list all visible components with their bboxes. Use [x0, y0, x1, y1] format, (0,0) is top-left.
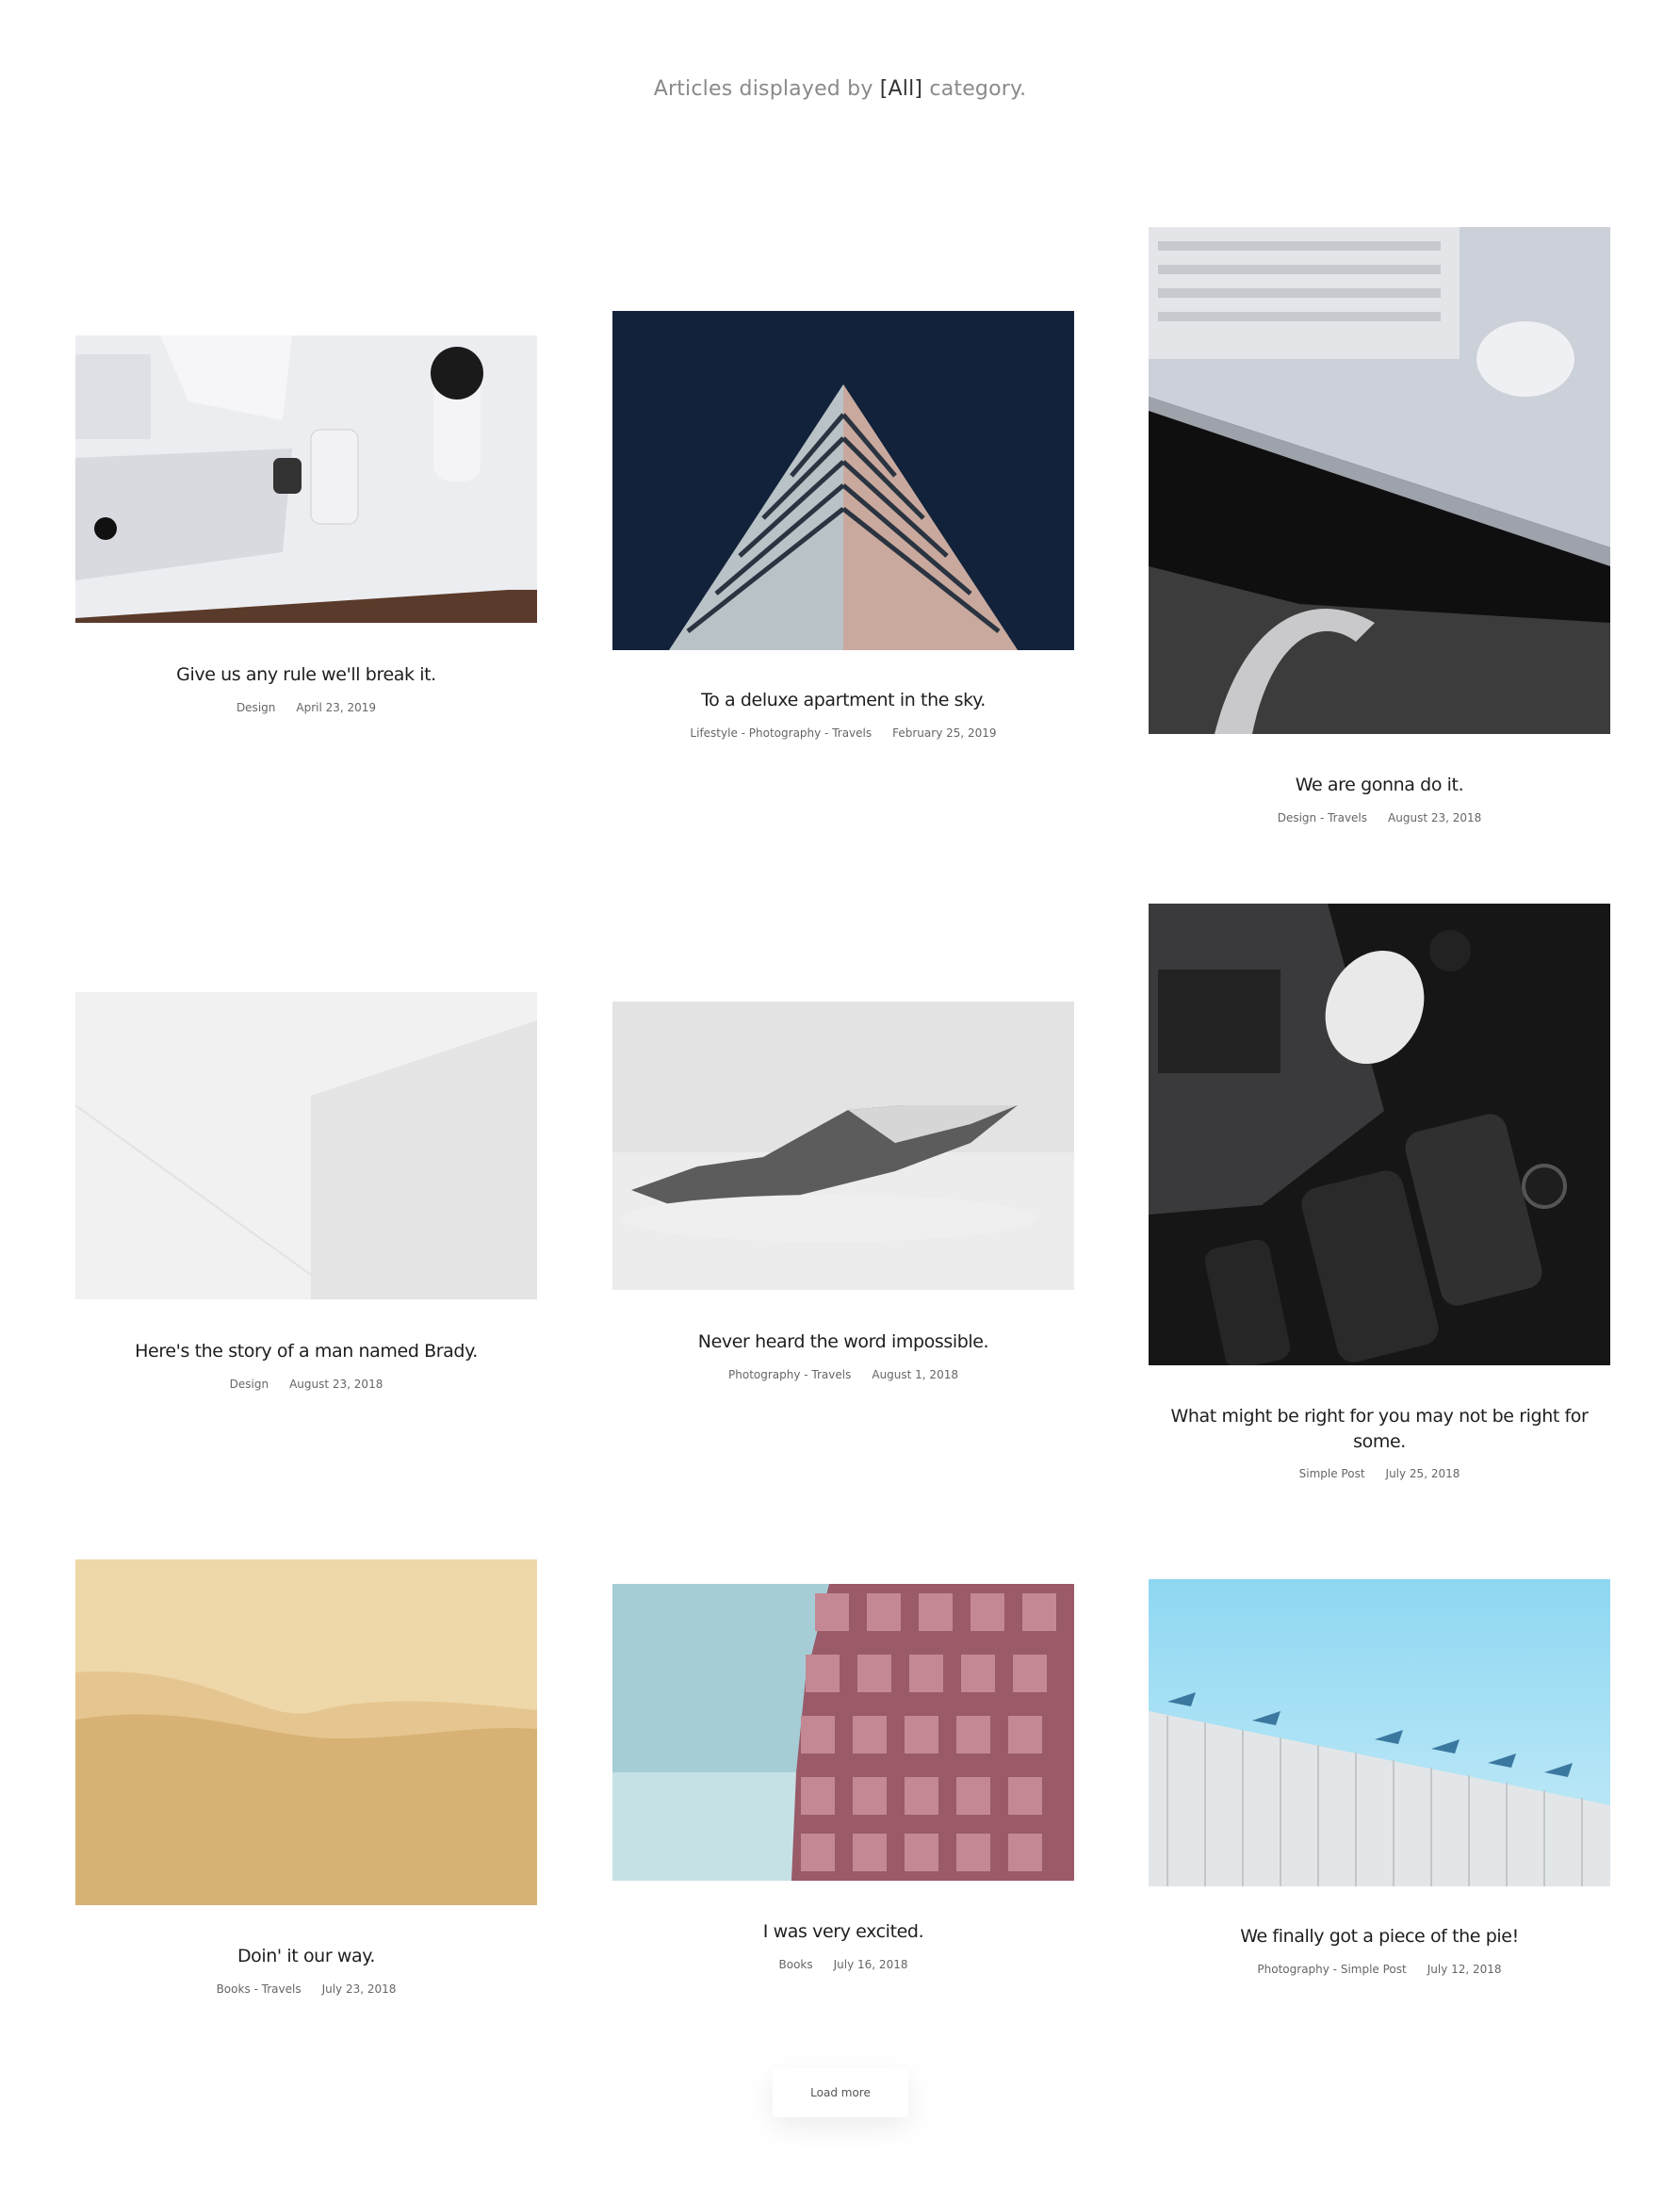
article-meta: Books July 16, 2018 — [612, 1958, 1074, 1971]
heading-category: [All] — [879, 77, 923, 101]
article-title[interactable]: We finally got a piece of the pie! — [1149, 1924, 1610, 1949]
heading-suffix: category. — [922, 77, 1027, 101]
article-image-sand-dunes[interactable] — [75, 1559, 537, 1905]
article-meta: Simple Post July 25, 2018 — [1149, 1467, 1610, 1480]
article-categories[interactable]: Books - Travels — [217, 1982, 302, 1996]
article-image-building-apex[interactable] — [612, 311, 1074, 650]
article-image-keyboard-mouse[interactable] — [1149, 227, 1610, 734]
article-title[interactable]: We are gonna do it. — [1149, 773, 1610, 798]
article-image-dark-devices[interactable] — [1149, 904, 1610, 1365]
article-title[interactable]: Doin' it our way. — [75, 1944, 537, 1969]
article-date[interactable]: August 23, 2018 — [1388, 811, 1481, 824]
article-categories[interactable]: Books — [779, 1958, 813, 1971]
article-categories[interactable]: Design - Travels — [1278, 811, 1367, 824]
article-title[interactable]: Give us any rule we'll break it. — [75, 662, 537, 688]
article-meta: Design - Travels August 23, 2018 — [1149, 811, 1610, 824]
article-date[interactable]: February 25, 2019 — [892, 726, 996, 740]
article-title[interactable]: To a deluxe apartment in the sky. — [612, 688, 1074, 713]
article-title[interactable]: What might be right for you may not be r… — [1149, 1404, 1610, 1455]
article-date[interactable]: July 12, 2018 — [1427, 1963, 1502, 1976]
article-date[interactable]: July 16, 2018 — [834, 1958, 908, 1971]
article-date[interactable]: July 25, 2018 — [1386, 1467, 1460, 1480]
article-categories[interactable]: Photography - Travels — [728, 1368, 851, 1381]
article-categories[interactable]: Lifestyle - Photography - Travels — [690, 726, 872, 740]
article-meta: Lifestyle - Photography - Travels Februar… — [612, 726, 1074, 740]
load-more-button[interactable]: Load more — [773, 2068, 908, 2117]
page-heading: Articles displayed by [All] category. — [0, 77, 1680, 101]
article-categories[interactable]: Design — [230, 1378, 269, 1391]
article-date[interactable]: July 23, 2018 — [322, 1982, 397, 1996]
article-meta: Books - Travels July 23, 2018 — [75, 1982, 537, 1996]
article-date[interactable]: April 23, 2019 — [296, 701, 376, 714]
article-meta: Photography - Simple Post July 12, 2018 — [1149, 1963, 1610, 1976]
article-image-misty-mountain[interactable] — [612, 1002, 1074, 1290]
article-title[interactable]: Here's the story of a man named Brady. — [75, 1339, 537, 1364]
article-image-desk-laptop[interactable] — [75, 335, 537, 623]
article-meta: Photography - Travels August 1, 2018 — [612, 1368, 1074, 1381]
article-title[interactable]: Never heard the word impossible. — [612, 1330, 1074, 1355]
article-image-white-wall[interactable] — [75, 992, 537, 1299]
article-date[interactable]: August 1, 2018 — [872, 1368, 958, 1381]
heading-prefix: Articles displayed by — [653, 77, 880, 101]
article-categories[interactable]: Photography - Simple Post — [1257, 1963, 1406, 1976]
article-categories[interactable]: Design — [237, 701, 275, 714]
article-meta: Design August 23, 2018 — [75, 1378, 537, 1391]
article-date[interactable]: August 23, 2018 — [289, 1378, 383, 1391]
article-categories[interactable]: Simple Post — [1299, 1467, 1365, 1480]
article-meta: Design April 23, 2019 — [75, 701, 537, 714]
article-image-solar-panels[interactable] — [1149, 1579, 1610, 1886]
article-title[interactable]: I was very excited. — [612, 1919, 1074, 1945]
article-image-pink-facade[interactable] — [612, 1584, 1074, 1881]
